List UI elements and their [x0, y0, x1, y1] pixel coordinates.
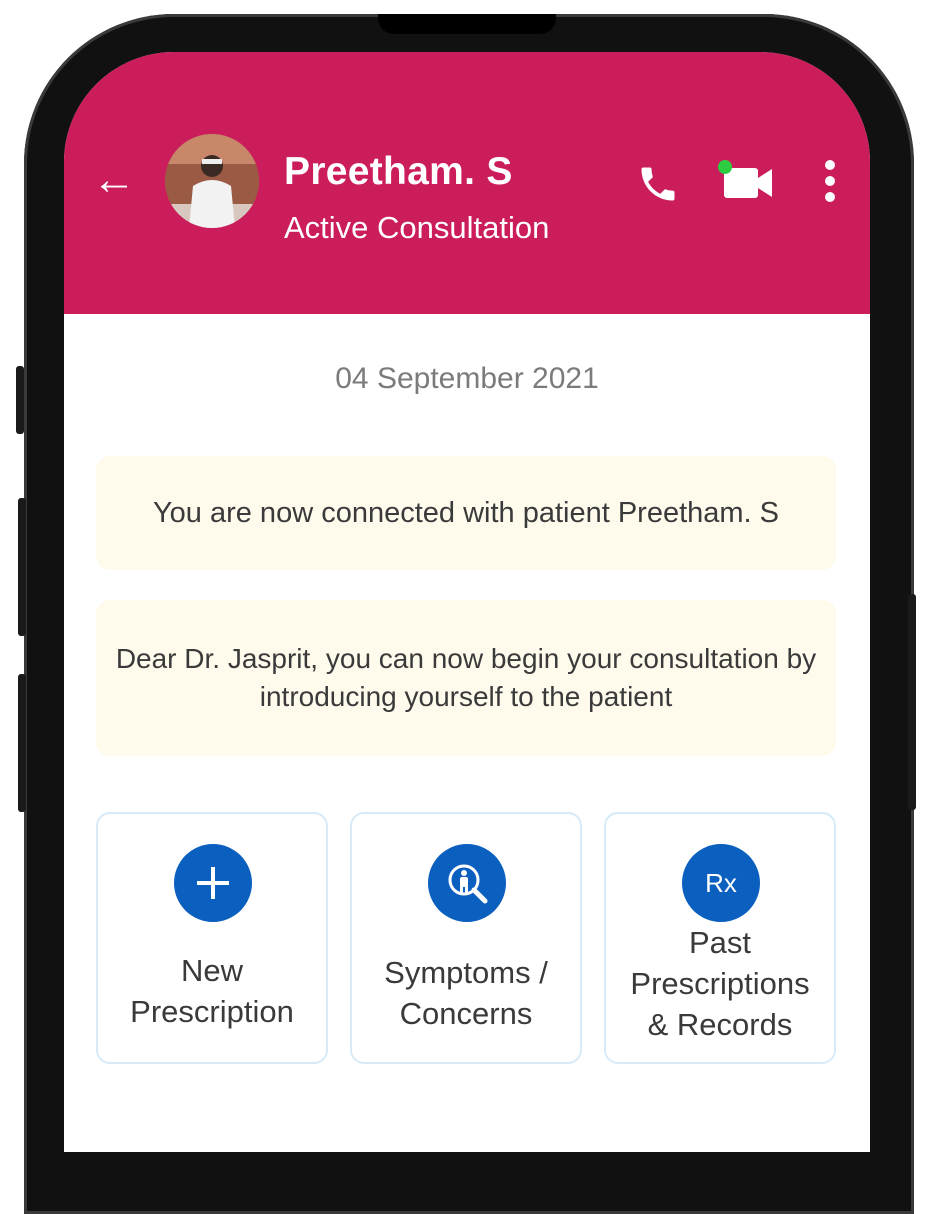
system-message: You are now connected with patient Preet…: [96, 456, 836, 570]
symptoms-concerns-button[interactable]: Symptoms / Concerns: [350, 812, 582, 1064]
symptoms-search-icon: [428, 844, 506, 922]
more-vertical-icon[interactable]: [818, 160, 842, 208]
phone-notch: [378, 14, 556, 34]
online-status-dot: [718, 160, 732, 174]
phone-side-button: [908, 594, 916, 810]
past-prescriptions-button[interactable]: Rx Past Prescriptions & Records: [604, 812, 836, 1064]
avatar[interactable]: [165, 134, 259, 228]
consultation-status: Active Consultation: [284, 210, 550, 245]
system-message-text: Dear Dr. Jasprit, you can now begin your…: [115, 643, 817, 712]
card-label: Prescriptions: [630, 966, 810, 1001]
phone-icon[interactable]: [636, 162, 680, 206]
patient-name: Preetham. S: [284, 150, 513, 193]
card-label: Concerns: [399, 996, 533, 1031]
new-prescription-button[interactable]: New Prescription: [96, 812, 328, 1064]
card-label: New: [180, 953, 243, 988]
back-arrow-icon[interactable]: ←: [92, 158, 142, 202]
card-label: Symptoms /: [384, 955, 548, 990]
rx-icon: Rx: [682, 844, 760, 922]
chat-date-separator: 04 September 2021: [335, 362, 599, 395]
phone-side-button: [16, 366, 24, 434]
plus-icon: [174, 844, 252, 922]
video-call-icon[interactable]: [714, 158, 780, 206]
phone-side-button: [18, 498, 26, 636]
card-label: & Records: [647, 1007, 793, 1042]
card-label: Prescription: [130, 994, 294, 1029]
chat-header: ← Preetham. S Active Consultation: [64, 52, 870, 314]
app-screen: ← Preetham. S Active Consultation 04 Sep…: [64, 52, 870, 1152]
card-label: Past: [688, 925, 752, 960]
system-message: Dear Dr. Jasprit, you can now begin your…: [96, 600, 836, 756]
phone-side-button: [18, 674, 26, 812]
